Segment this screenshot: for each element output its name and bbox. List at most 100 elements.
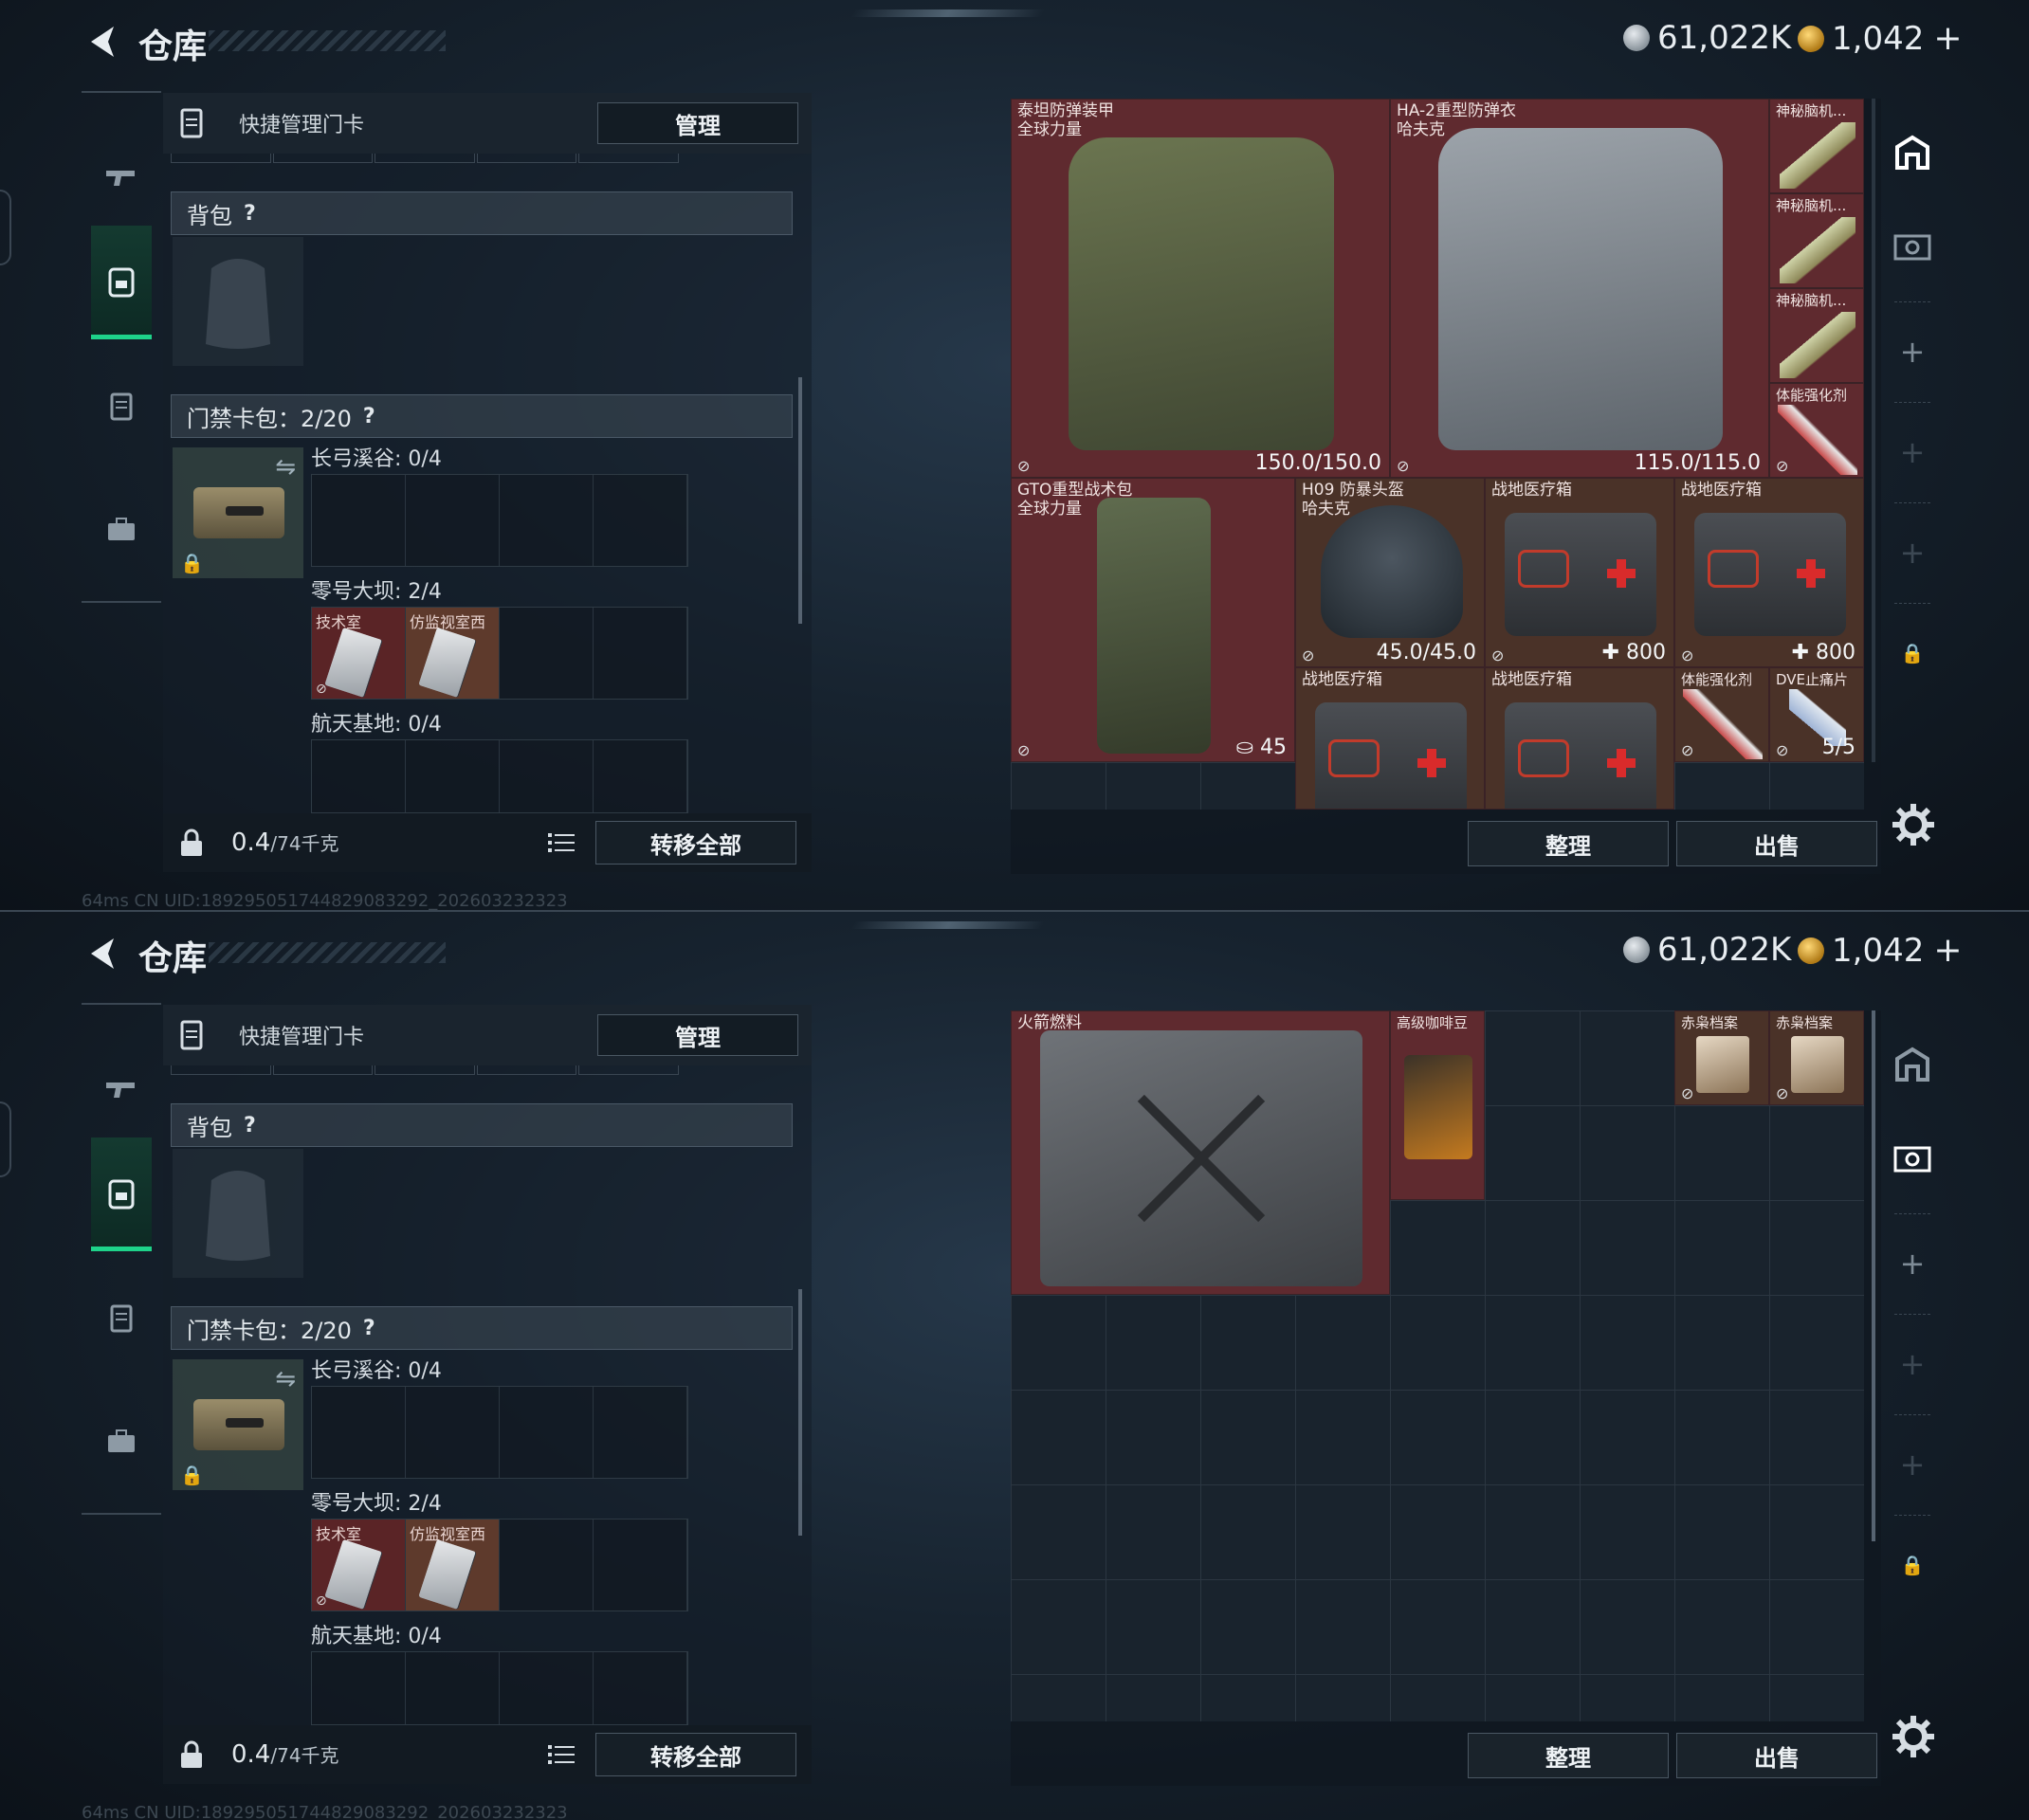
keycard-monitor-room[interactable]: 仿监视室西 xyxy=(406,1520,500,1611)
sell-button[interactable]: 出售 xyxy=(1676,1733,1877,1778)
stash-scrollbar[interactable] xyxy=(1872,99,1875,762)
settings-gear-icon[interactable] xyxy=(1891,1714,1936,1759)
stash-slot-empty-1[interactable]: + xyxy=(1881,410,1944,495)
tab-cases[interactable] xyxy=(91,1384,152,1498)
add-currency-button[interactable]: + xyxy=(1933,931,1962,970)
item-premium-coffee[interactable]: 高级咖啡豆 xyxy=(1390,1010,1485,1200)
item-image xyxy=(1780,217,1855,283)
screen-bottom: 仓库 61,022K 1,042 + 快捷管理门卡 管理 背包 ? 门禁卡包：2… xyxy=(0,910,2029,1820)
item-mystic-3[interactable]: 神秘脑机... xyxy=(1769,288,1864,383)
quick-card-label: 快捷管理门卡 xyxy=(239,114,365,137)
item-name: 战地医疗箱 xyxy=(1681,481,1762,500)
medkit-image xyxy=(1694,513,1846,636)
transfer-all-button[interactable]: 转移全部 xyxy=(595,821,796,864)
backpack-silhouette-icon xyxy=(206,259,270,349)
edge-handle[interactable] xyxy=(0,1101,11,1177)
item-red-owl-file-2[interactable]: 赤枭档案 ⊘ xyxy=(1769,1010,1864,1105)
item-h09-helmet[interactable]: H09 防暴头盔 哈夫克 ⊘ 45.0/45.0 xyxy=(1295,478,1485,667)
quick-card-icon-box[interactable] xyxy=(163,93,220,154)
stash-scrollbar[interactable] xyxy=(1872,1010,1875,1541)
help-icon[interactable]: ? xyxy=(244,202,256,226)
keycard-tech-room[interactable]: 技术室 ⊘ xyxy=(312,1520,406,1611)
item-gto-backpack[interactable]: GTO重型战术包 全球力量 ⊘ ⛀ 45 xyxy=(1011,478,1295,762)
stash-side-tabs: + + + 🔒 xyxy=(1881,99,1944,705)
item-titan-armor[interactable]: 泰坦防弹装甲 全球力量 ⊘ 150.0/150.0 xyxy=(1011,99,1390,478)
backpack-slot[interactable] xyxy=(173,237,303,366)
item-stim-1[interactable]: 体能强化剂 ⊘ xyxy=(1769,383,1864,478)
stash-slot-empty-2[interactable]: + xyxy=(1881,510,1944,595)
tab-weapons[interactable] xyxy=(91,1033,152,1147)
stash-slot-empty-2[interactable]: + xyxy=(1881,1422,1944,1507)
item-dve-painkiller[interactable]: DVE止痛片 ⊘ 5/5 xyxy=(1769,667,1864,762)
item-medkit-1[interactable]: 战地医疗箱 ⊘ ✚ 800 xyxy=(1485,478,1674,667)
transfer-all-button[interactable]: 转移全部 xyxy=(595,1733,796,1776)
lock-button[interactable] xyxy=(163,1725,220,1784)
help-icon[interactable]: ? xyxy=(363,1317,375,1340)
manage-button[interactable]: 管理 xyxy=(597,102,798,144)
item-medkit-4[interactable]: 战地医疗箱 xyxy=(1485,667,1674,810)
item-name: 战地医疗箱 xyxy=(1491,670,1572,689)
item-rocket-fuel[interactable]: 火箭燃料 xyxy=(1011,1010,1390,1295)
item-uses: 5/5 xyxy=(1821,736,1855,759)
list-view-button[interactable] xyxy=(542,825,580,861)
sell-button[interactable]: 出售 xyxy=(1676,821,1877,866)
briefcase-icon xyxy=(108,518,135,540)
stash-slot-locked[interactable]: 🔒 xyxy=(1881,610,1944,696)
lock-button[interactable] xyxy=(163,813,220,872)
plus-icon: + xyxy=(1899,1346,1926,1382)
left-scrollbar[interactable] xyxy=(798,377,802,624)
stash-tab-main[interactable] xyxy=(1881,1022,1944,1107)
keycard-tech-room[interactable]: 技术室 ⊘ xyxy=(312,608,406,699)
item-medkit-2[interactable]: 战地医疗箱 ⊘ ✚ 800 xyxy=(1674,478,1864,667)
tab-cards[interactable] xyxy=(91,349,152,463)
help-icon[interactable]: ? xyxy=(244,1114,256,1138)
item-ha2-armor[interactable]: HA-2重型防弹衣 哈夫克 ⊘ 115.0/115.0 xyxy=(1390,99,1769,478)
tab-backpack[interactable] xyxy=(91,226,152,339)
item-mystic-2[interactable]: 神秘脑机... xyxy=(1769,193,1864,288)
swap-icon[interactable]: ⇋ xyxy=(275,1365,296,1393)
sort-button[interactable]: 整理 xyxy=(1468,821,1669,866)
add-currency-button[interactable]: + xyxy=(1933,19,1962,58)
add-stash-tab-button[interactable]: + xyxy=(1881,1221,1944,1306)
manage-button[interactable]: 管理 xyxy=(597,1014,798,1056)
card-holder-slot[interactable]: ⇋ 🔒 xyxy=(173,1359,303,1490)
divider xyxy=(1894,502,1930,503)
stash-tab-equipment[interactable] xyxy=(1881,205,1944,290)
stash-slot-empty-1[interactable]: + xyxy=(1881,1321,1944,1407)
plus-icon: + xyxy=(1899,434,1926,470)
card-holder-slot[interactable]: ⇋ 🔒 xyxy=(173,447,303,578)
keycard-monitor-room[interactable]: 仿监视室西 xyxy=(406,608,500,699)
card-pack-section: 门禁卡包：2/20 ? xyxy=(171,1306,793,1350)
edge-handle[interactable] xyxy=(0,190,11,265)
backpack-slot[interactable] xyxy=(173,1149,303,1278)
stash-tab-main[interactable] xyxy=(1881,110,1944,195)
tab-cases[interactable] xyxy=(91,472,152,586)
stash-tab-equipment[interactable] xyxy=(1881,1117,1944,1202)
item-mystic-1[interactable]: 神秘脑机... xyxy=(1769,99,1864,193)
stash-slot-locked[interactable]: 🔒 xyxy=(1881,1522,1944,1608)
item-medkit-3[interactable]: 战地医疗箱 xyxy=(1295,667,1485,810)
sort-button[interactable]: 整理 xyxy=(1468,1733,1669,1778)
add-stash-tab-button[interactable]: + xyxy=(1881,309,1944,394)
swap-icon[interactable]: ⇋ xyxy=(275,453,296,482)
stash-panel: 火箭燃料 高级咖啡豆 赤枭档案 ⊘ 赤枭档案 ⊘ xyxy=(1011,1010,1881,1786)
quick-card-icon-box[interactable] xyxy=(163,1005,220,1065)
stash-panel: 泰坦防弹装甲 全球力量 ⊘ 150.0/150.0 HA-2重型防弹衣 哈夫克 … xyxy=(1011,99,1881,874)
no-trade-icon: ⊘ xyxy=(1681,1084,1694,1102)
weight-readout: 0.4/74千克 xyxy=(231,1740,339,1769)
left-scrollbar[interactable] xyxy=(798,1289,802,1536)
tab-cards[interactable] xyxy=(91,1261,152,1374)
keycard-image xyxy=(418,627,477,699)
item-red-owl-file-1[interactable]: 赤枭档案 ⊘ xyxy=(1674,1010,1769,1105)
tab-backpack[interactable] xyxy=(91,1138,152,1251)
help-icon[interactable]: ? xyxy=(363,405,375,428)
background-flare xyxy=(850,921,1046,929)
tab-weapons[interactable] xyxy=(91,121,152,235)
back-button[interactable] xyxy=(83,933,121,974)
background-flare xyxy=(850,9,1046,17)
item-stim-2[interactable]: 体能强化剂 ⊘ xyxy=(1674,667,1769,762)
list-view-button[interactable] xyxy=(542,1737,580,1773)
back-arrow-icon xyxy=(91,938,114,969)
back-button[interactable] xyxy=(83,21,121,63)
settings-gear-icon[interactable] xyxy=(1891,802,1936,847)
